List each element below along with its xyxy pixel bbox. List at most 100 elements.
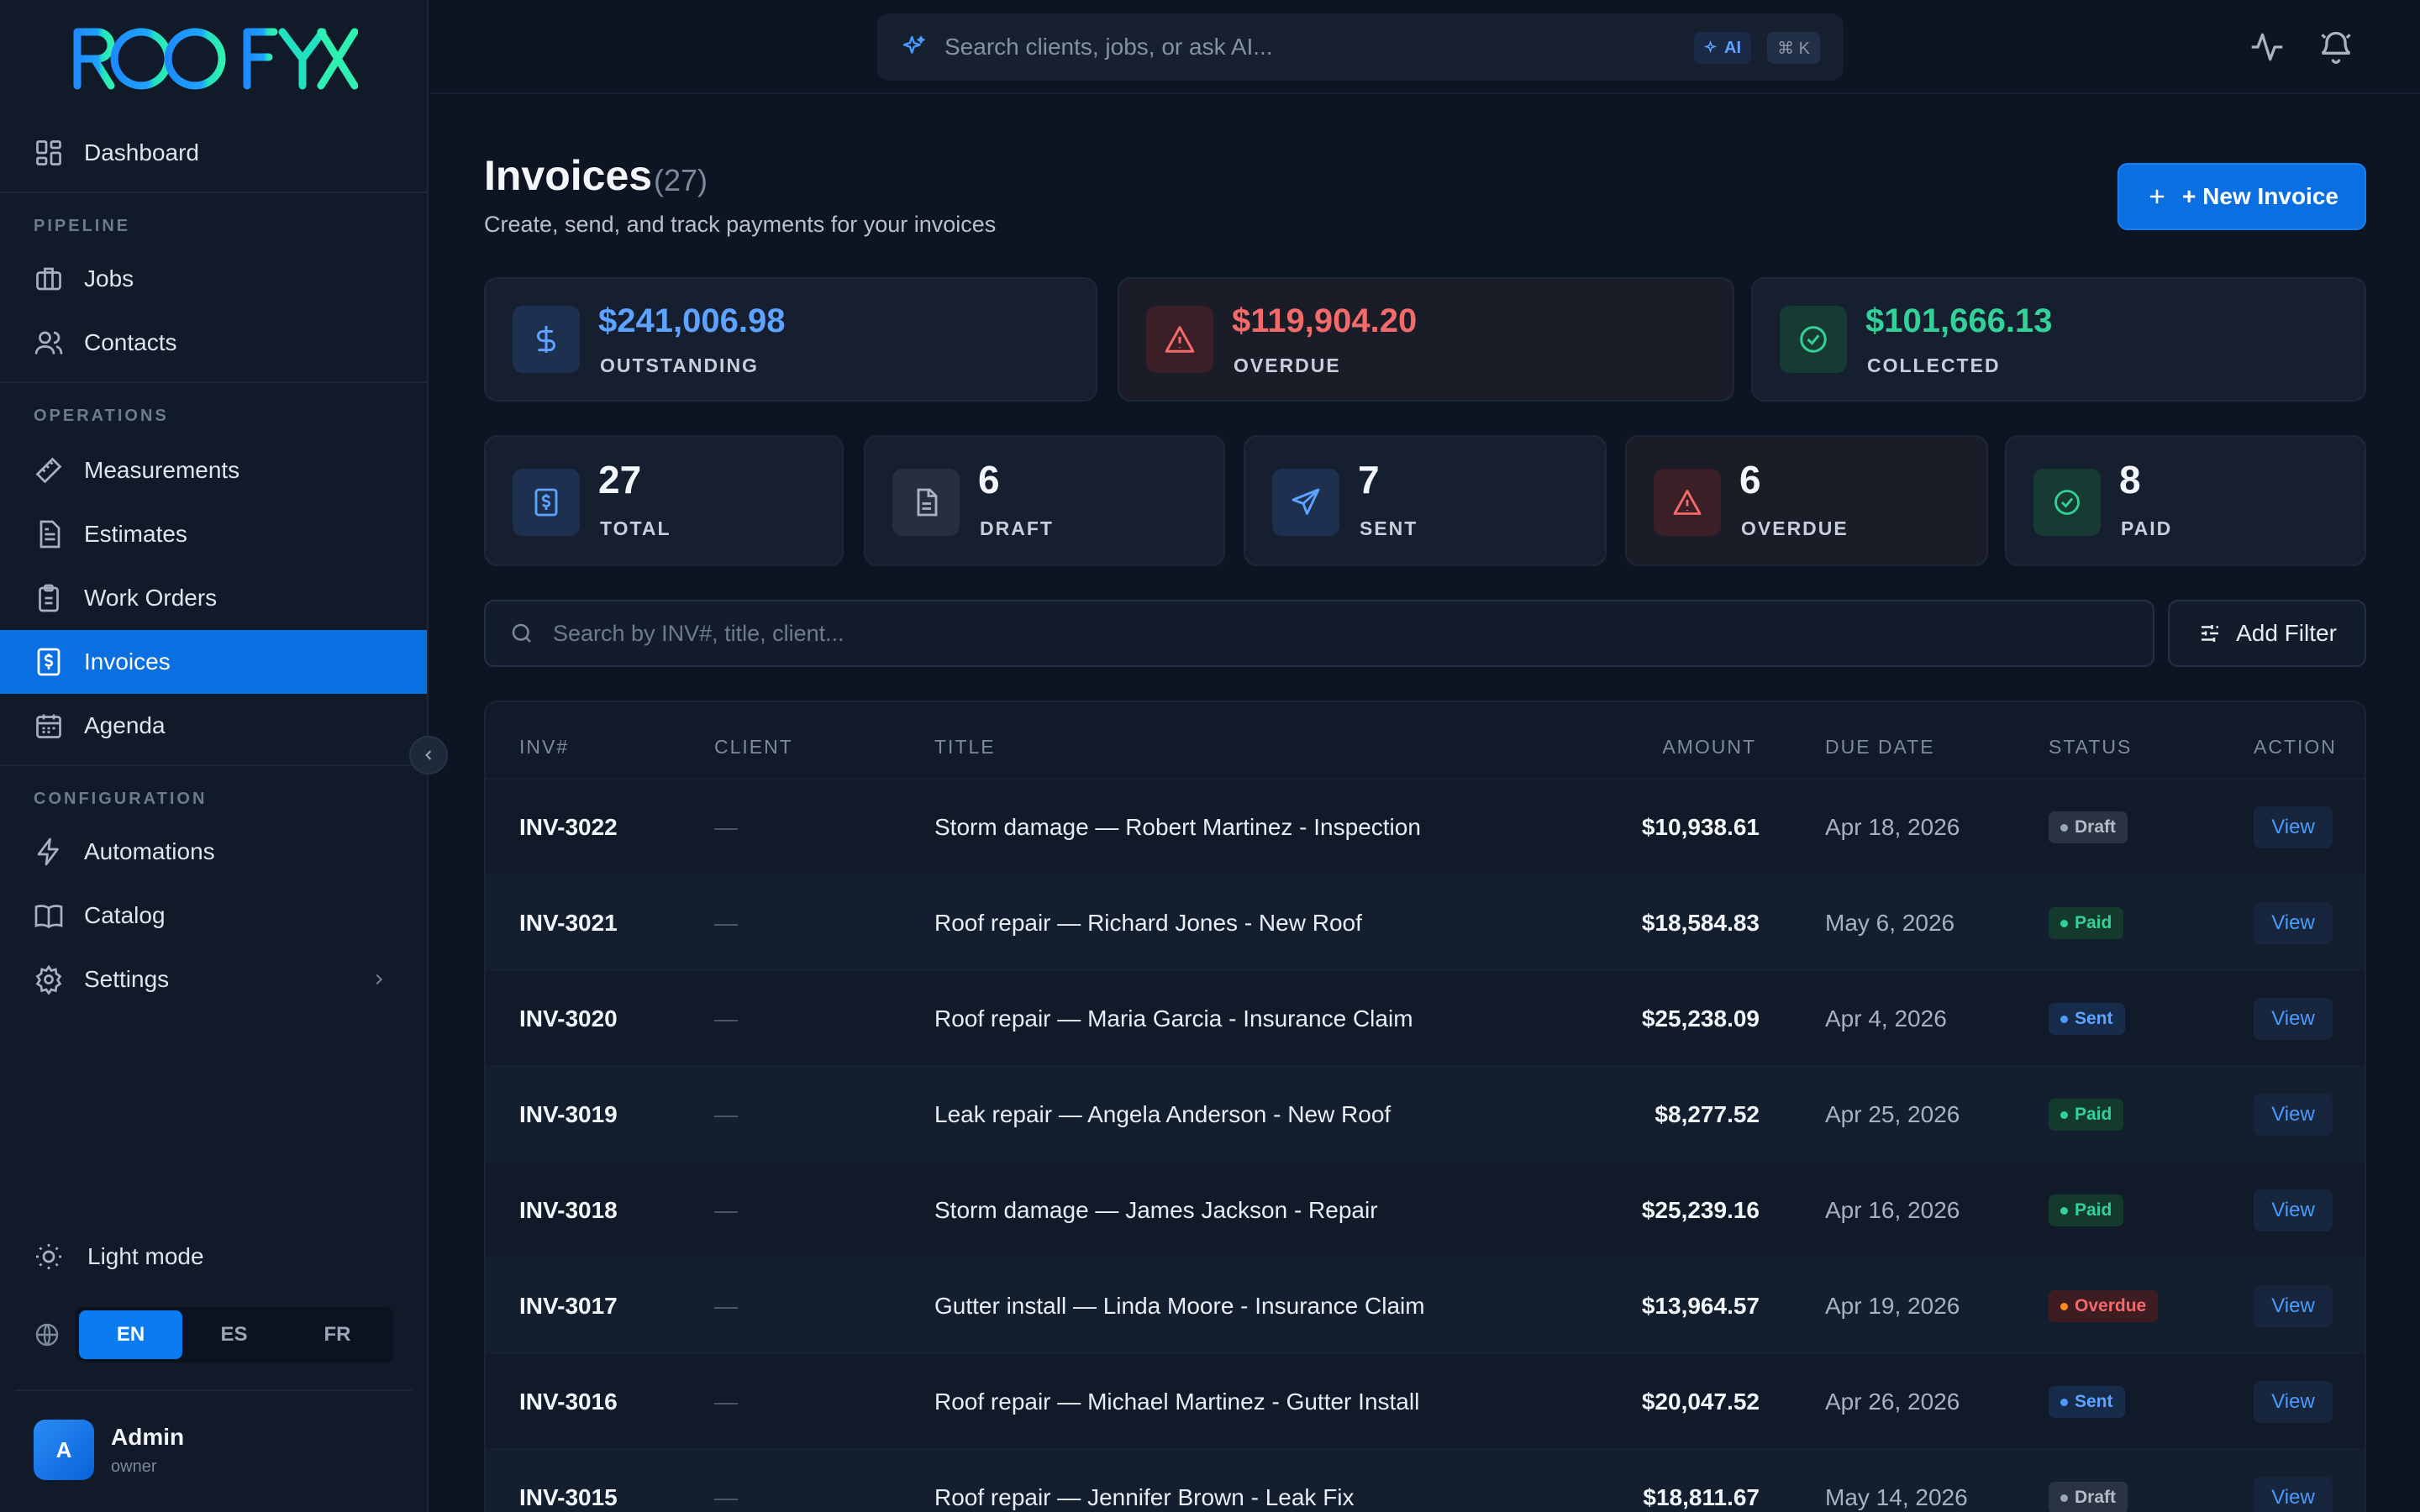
invoice-number[interactable]: INV-3017 — [519, 1258, 618, 1354]
sidebar-item-dashboard[interactable]: Dashboard — [0, 121, 427, 185]
invoice-amount: $13,964.57 — [1641, 1293, 1760, 1319]
ai-badge[interactable]: AI — [1694, 32, 1751, 64]
global-search-input[interactable]: Search clients, jobs, or ask AI... AI ⌘ … — [877, 13, 1844, 81]
globe-icon — [34, 1321, 60, 1348]
invoice-number[interactable]: INV-3019 — [519, 1067, 618, 1163]
view-invoice-button[interactable]: View — [2254, 806, 2333, 848]
language-switcher: EN ES FR — [34, 1307, 393, 1362]
column-header-title[interactable]: TITLE — [934, 736, 996, 759]
add-filter-button[interactable]: Add Filter — [2168, 600, 2366, 667]
table-row[interactable]: INV-3016 — Roof repair — Michael Martinez … — [486, 1352, 2365, 1450]
view-invoice-button[interactable]: View — [2254, 1477, 2333, 1512]
sidebar-item-label: Measurements — [84, 457, 240, 483]
invoice-search-input[interactable]: Search by INV#, title, client... — [484, 600, 2154, 667]
chevron-right-icon — [370, 969, 388, 990]
invoice-number[interactable]: INV-3021 — [519, 875, 618, 971]
status-cell: Sent — [2049, 1354, 2125, 1450]
users-icon — [34, 328, 64, 358]
invoice-client: — — [714, 1197, 738, 1223]
stat-card-overdue-amount: $119,904.20 OVERDUE — [1118, 277, 1734, 402]
status-dot — [2060, 1015, 2068, 1023]
sidebar-item-contacts[interactable]: Contacts — [0, 311, 427, 375]
column-header-amount[interactable]: AMOUNT — [1662, 736, 1756, 759]
paid-label: PAID — [2121, 517, 2173, 539]
view-invoice-button[interactable]: View — [2254, 1285, 2333, 1327]
language-en-button[interactable]: EN — [79, 1310, 182, 1359]
draft-label: DRAFT — [980, 517, 1054, 539]
sidebar-item-settings[interactable]: Settings — [0, 948, 427, 1011]
count-card-paid[interactable]: 8 PAID — [2005, 435, 2366, 566]
overdue-amount-label: OVERDUE — [1234, 354, 1341, 376]
invoice-title: Roof repair — Maria Garcia - Insurance C… — [934, 1005, 1413, 1032]
table-row[interactable]: INV-3018 — Storm damage — James Jackson - … — [486, 1161, 2365, 1258]
sidebar-item-catalog[interactable]: Catalog — [0, 884, 427, 948]
bell-icon[interactable] — [2317, 29, 2354, 66]
sidebar-item-work-orders[interactable]: Work Orders — [0, 566, 427, 630]
table-row[interactable]: INV-3017 — Gutter install — Linda Moore - … — [486, 1257, 2365, 1354]
sidebar-item-agenda[interactable]: Agenda — [0, 694, 427, 758]
count-card-sent[interactable]: 7 SENT — [1244, 435, 1607, 566]
status-cell: Draft — [2049, 1450, 2128, 1512]
view-invoice-button[interactable]: View — [2254, 1094, 2333, 1136]
sidebar-item-estimates[interactable]: Estimates — [0, 502, 427, 566]
column-header-inv[interactable]: INV# — [519, 736, 569, 759]
status-label: Sent — [2075, 1009, 2113, 1028]
table-row[interactable]: INV-3021 — Roof repair — Richard Jones - N… — [486, 874, 2365, 971]
table-row[interactable]: INV-3022 — Storm damage — Robert Martinez … — [486, 778, 2365, 875]
user-role: owner — [111, 1457, 157, 1476]
language-fr-button[interactable]: FR — [286, 1310, 389, 1359]
view-invoice-button[interactable]: View — [2254, 998, 2333, 1040]
invoice-number[interactable]: INV-3018 — [519, 1163, 618, 1258]
search-icon — [509, 621, 534, 646]
count-card-draft[interactable]: 6 DRAFT — [864, 435, 1225, 566]
sidebar-item-label: Work Orders — [84, 585, 218, 611]
collapse-sidebar-button[interactable] — [409, 736, 448, 774]
status-dot — [2060, 919, 2068, 927]
status-cell: Paid — [2049, 1163, 2124, 1258]
status-badge: Paid — [2049, 907, 2124, 939]
invoice-amount: $25,239.16 — [1641, 1197, 1760, 1223]
table-row[interactable]: INV-3019 — Leak repair — Angela Anderson -… — [486, 1065, 2365, 1163]
new-invoice-button[interactable]: + New Invoice — [2118, 163, 2366, 230]
book-icon — [34, 900, 64, 931]
sidebar-item-invoices[interactable]: Invoices — [0, 630, 427, 694]
logo[interactable] — [72, 25, 358, 91]
invoice-title: Gutter install — Linda Moore - Insurance… — [934, 1293, 1425, 1319]
invoice-amount: $20,047.52 — [1641, 1389, 1760, 1415]
light-mode-toggle[interactable]: Light mode — [0, 1225, 427, 1289]
sidebar-item-label: Agenda — [84, 712, 166, 738]
sidebar-item-automations[interactable]: Automations — [0, 820, 427, 884]
table-row[interactable]: INV-3015 — Roof repair — Jennifer Brown - … — [486, 1448, 2365, 1512]
view-invoice-button[interactable]: View — [2254, 1189, 2333, 1231]
status-cell: Overdue — [2049, 1258, 2159, 1354]
user-profile[interactable]: A Admin owner — [34, 1420, 184, 1480]
column-header-client[interactable]: CLIENT — [714, 736, 793, 759]
language-es-button[interactable]: ES — [182, 1310, 286, 1359]
grid-icon — [34, 138, 64, 168]
invoice-amount: $8,277.52 — [1655, 1101, 1760, 1127]
invoice-number[interactable]: INV-3016 — [519, 1354, 618, 1450]
sidebar-item-measurements[interactable]: Measurements — [0, 438, 427, 502]
view-invoice-button[interactable]: View — [2254, 902, 2333, 944]
status-dot — [2060, 1206, 2068, 1215]
sidebar-item-jobs[interactable]: Jobs — [0, 247, 427, 311]
invoice-number[interactable]: INV-3020 — [519, 971, 618, 1067]
invoice-number[interactable]: INV-3015 — [519, 1450, 618, 1512]
status-badge: Paid — [2049, 1099, 2124, 1131]
invoice-due-date: Apr 4, 2026 — [1825, 1005, 1947, 1032]
user-name: Admin — [111, 1423, 185, 1450]
view-invoice-button[interactable]: View — [2254, 1381, 2333, 1423]
table-row[interactable]: INV-3020 — Roof repair — Maria Garcia - In… — [486, 969, 2365, 1067]
overdue-label: OVERDUE — [1741, 517, 1849, 539]
activity-icon[interactable] — [2249, 29, 2286, 66]
light-mode-label: Light mode — [87, 1243, 204, 1269]
count-card-total[interactable]: 27 TOTAL — [484, 435, 844, 566]
new-invoice-label: + New Invoice — [2182, 183, 2338, 209]
shortcut-hint: ⌘ K — [1767, 32, 1820, 64]
invoice-number[interactable]: INV-3022 — [519, 780, 618, 875]
column-header-due-date[interactable]: DUE DATE — [1825, 736, 1935, 759]
invoice-client: — — [714, 814, 738, 840]
count-card-overdue[interactable]: 6 OVERDUE — [1625, 435, 1988, 566]
column-header-status[interactable]: STATUS — [2049, 736, 2132, 759]
invoice-client: — — [714, 1389, 738, 1415]
